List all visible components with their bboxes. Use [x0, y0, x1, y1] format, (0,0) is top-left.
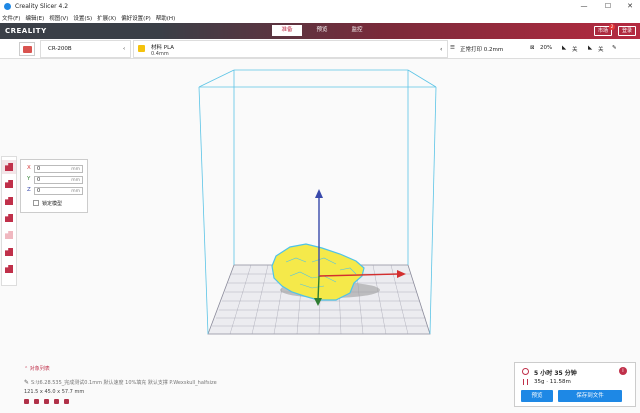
- printer-name: CR-200B: [48, 46, 72, 52]
- app-icon: [4, 3, 11, 10]
- mirror-icon: [5, 214, 13, 222]
- minimize-button[interactable]: —: [574, 0, 594, 13]
- support-value: 关: [572, 47, 578, 53]
- z-axis-arrow-head: [315, 189, 323, 198]
- support-blocker-tool[interactable]: [2, 245, 16, 259]
- preview-button[interactable]: 预览: [521, 390, 553, 402]
- object-file-name: S:\t6.28.535_完成测试0.1mm 默认速度 10%填充 默认支撑 P…: [31, 380, 217, 386]
- open-file-button[interactable]: [19, 42, 35, 56]
- per-model-icon: [5, 231, 13, 239]
- material-usage: 35g · 11.58m: [534, 379, 571, 385]
- chevron-left-icon: ‹: [440, 46, 443, 53]
- support-icon: ◣: [562, 45, 567, 51]
- tab-monitor[interactable]: 监控: [342, 25, 372, 36]
- view-right-icon[interactable]: [64, 399, 69, 404]
- tab-prepare[interactable]: 准备: [272, 25, 302, 36]
- close-button[interactable]: ✕: [620, 0, 640, 13]
- view-front-icon[interactable]: [34, 399, 39, 404]
- rotate-icon: [5, 197, 13, 205]
- object-list-toggle[interactable]: ⌃ 对象列表: [24, 365, 50, 372]
- menu-extensions[interactable]: 扩展(X): [97, 14, 116, 22]
- save-to-file-button[interactable]: 保存到文件: [558, 390, 622, 402]
- spool-icon: [523, 379, 528, 385]
- tool-sidebar: [1, 156, 17, 286]
- menu-preferences[interactable]: 偏好设置(P): [121, 14, 151, 22]
- y-axis-arrow[interactable]: [317, 275, 320, 301]
- edit-settings-icon[interactable]: ✎: [612, 45, 617, 51]
- object-dimensions: 121.5 x 45.0 x 57.7 mm: [24, 389, 85, 395]
- menu-help[interactable]: 帮助(H): [156, 14, 175, 22]
- infill-icon: ⊠: [530, 45, 535, 51]
- per-model-settings-tool[interactable]: [2, 228, 16, 242]
- chevron-left-icon: ‹: [123, 46, 126, 52]
- menu-file[interactable]: 文件(F): [2, 14, 20, 22]
- move-icon: [5, 163, 13, 171]
- profile-icon: ☰: [450, 45, 455, 51]
- object-list-title: 对象列表: [29, 366, 50, 372]
- menu-bar: 文件(F) 编辑(E) 视图(V) 设置(S) 扩展(X) 偏好设置(P) 帮助…: [0, 13, 640, 23]
- brand-logo: CREALITY: [5, 27, 47, 35]
- material-selector[interactable]: 材料 PLA 0.4mm ‹: [133, 40, 448, 58]
- nozzle-size: 0.4mm: [151, 51, 169, 57]
- 3d-viewport[interactable]: [18, 60, 512, 360]
- lay-flat-icon: [5, 265, 13, 273]
- material-label: 材料 PLA: [151, 45, 175, 51]
- lay-flat-tool[interactable]: [2, 262, 16, 276]
- window-title: Creality Slicer 4.2: [15, 3, 69, 10]
- view-3d-icon[interactable]: [24, 399, 29, 404]
- support-blocker-icon: [5, 248, 13, 256]
- menu-edit[interactable]: 编辑(E): [25, 14, 44, 22]
- settings-toolbar: CR-200B ‹ 材料 PLA 0.4mm ‹ ☰ 正常打印 0.2mm ⊠ …: [0, 39, 640, 59]
- move-tool[interactable]: [2, 160, 16, 174]
- tab-preview[interactable]: 预览: [307, 25, 337, 36]
- profile-label: 正常打印 0.2mm: [460, 47, 504, 53]
- stage-tabs: 准备 预览 监控: [272, 25, 377, 36]
- material-icon: [138, 45, 145, 52]
- title-bar: Creality Slicer 4.2: [0, 0, 640, 13]
- folder-icon: [23, 46, 32, 53]
- menu-settings[interactable]: 设置(S): [73, 14, 92, 22]
- print-settings-selector[interactable]: ☰ 正常打印 0.2mm ⊠ 20% ◣ 关 ◣ 关 ✎: [450, 40, 640, 58]
- print-time: 5 小时 35 分钟: [534, 370, 577, 377]
- adhesion-icon: ◣: [588, 45, 593, 51]
- pencil-icon[interactable]: ✎: [24, 379, 29, 386]
- adhesion-value: 关: [598, 47, 604, 53]
- sign-in-button[interactable]: 登录: [618, 26, 637, 36]
- maximize-button[interactable]: ☐: [598, 0, 618, 13]
- rotate-tool[interactable]: [2, 194, 16, 208]
- infill-value: 20%: [540, 45, 553, 51]
- view-top-icon[interactable]: [44, 399, 49, 404]
- printer-selector[interactable]: CR-200B ‹: [40, 40, 131, 58]
- stage-header: CREALITY 准备 预览 监控 市场 登录: [0, 23, 640, 39]
- clock-icon: [522, 368, 529, 375]
- print-estimate-panel: 5 小时 35 分钟 i 35g · 11.58m 预览 保存到文件: [514, 362, 636, 407]
- menu-view[interactable]: 视图(V): [49, 14, 68, 22]
- view-buttons: [24, 399, 74, 404]
- info-icon[interactable]: i: [619, 367, 627, 375]
- notification-badge: 2: [609, 24, 615, 30]
- scale-icon: [5, 180, 13, 188]
- view-left-icon[interactable]: [54, 399, 59, 404]
- mirror-tool[interactable]: [2, 211, 16, 225]
- scale-tool[interactable]: [2, 177, 16, 191]
